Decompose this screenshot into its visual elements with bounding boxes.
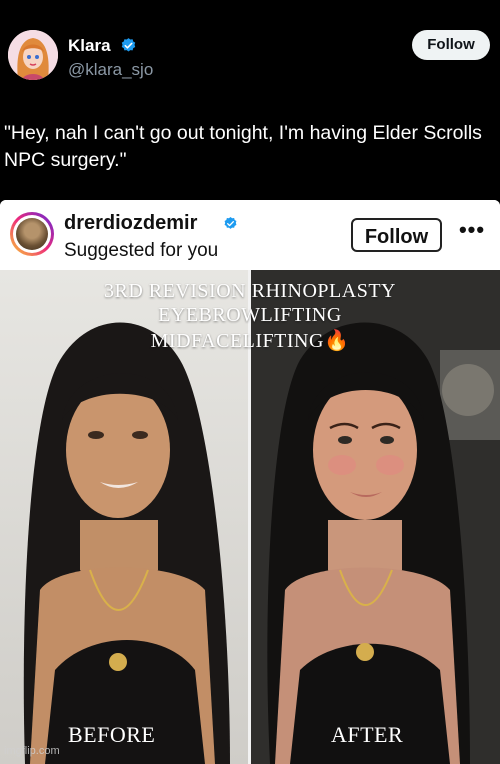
embedded-post-header: drerdiozdemir Suggested for you Follow •… — [0, 200, 500, 270]
after-label: AFTER — [331, 722, 404, 747]
embedded-avatar[interactable] — [10, 212, 54, 256]
procedure-line-1: 3RD REVISION RHINOPLASTY — [103, 280, 396, 302]
tweet-text: "Hey, nah I can't go out tonight, I'm ha… — [4, 122, 482, 171]
watermark: imgflip.com — [4, 745, 60, 757]
author-handle[interactable]: @klara_sjo — [68, 60, 153, 80]
verified-badge-icon — [121, 38, 136, 52]
fire-icon: 🔥 — [323, 330, 350, 352]
tweet-header: Klara @klara_sjo Follow "Hey, nah I can'… — [0, 0, 500, 171]
more-options-icon[interactable]: ••• — [454, 217, 490, 247]
avatar-illustration — [8, 30, 58, 80]
procedure-line-3: MIDFACELIFTING🔥 — [0, 328, 500, 353]
embedded-post: drerdiozdemir Suggested for you Follow •… — [0, 200, 500, 764]
before-label: BEFORE — [68, 722, 156, 747]
embedded-avatar-photo — [16, 218, 48, 250]
author-name[interactable]: Klara — [68, 36, 111, 56]
author-avatar[interactable] — [8, 30, 58, 80]
embedded-username[interactable]: drerdiozdemir — [64, 212, 197, 235]
procedure-line-3-text: MIDFACELIFTING — [150, 330, 324, 352]
verified-badge-icon — [224, 216, 237, 229]
follow-button[interactable]: Follow — [412, 30, 490, 60]
suggested-label: Suggested for you — [64, 240, 219, 261]
procedure-line-2: EYEBROWLIFTING — [158, 304, 342, 326]
embedded-follow-button[interactable]: Follow — [351, 218, 442, 252]
before-after-photo: 3RD REVISION RHINOPLASTY EYEBROWLIFTING … — [0, 270, 500, 764]
